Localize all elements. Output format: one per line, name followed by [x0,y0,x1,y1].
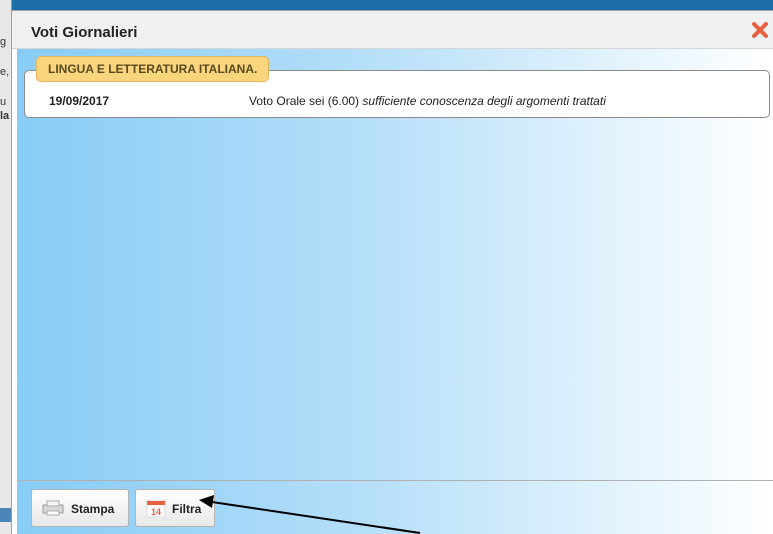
background-text-fragment: la [0,110,10,122]
close-icon [752,22,768,38]
calendar-icon-day: 14 [151,507,161,517]
subject-label: LINGUA E LETTERATURA ITALIANA. [36,56,270,82]
dialog-title: Voti Giornalieri [31,24,138,41]
grade-comment: sufficiente conoscenza degli argomenti t… [362,94,606,108]
dialog-footer: Stampa 14 Filtra [17,481,773,534]
background-text-fragment: g [0,36,7,48]
filter-button-label: Filtra [172,502,202,516]
grade-description: Voto Orale sei (6.00) sufficiente conosc… [249,94,606,108]
printer-icon [42,500,64,516]
dialog-titlebar: Voti Giornalieri [12,11,773,49]
subject-grades-panel: LINGUA E LETTERATURA ITALIANA. 19/09/201… [24,56,770,118]
grade-date: 19/09/2017 [49,94,110,108]
dialog-content: LINGUA E LETTERATURA ITALIANA. 19/09/201… [17,49,773,481]
background-text-fragment: e, [0,66,10,78]
background-text-fragment: u [0,96,7,108]
screen: g e, u la Voti Giornalieri LINGUA E LETT… [0,0,773,534]
print-button-label: Stampa [71,502,115,516]
calendar-icon: 14 [146,500,166,518]
background-footer-bar [0,508,11,522]
daily-grades-dialog: Voti Giornalieri LINGUA E LETTERATURA IT… [11,10,773,534]
grade-value-text: Voto Orale sei (6.00) [249,94,363,108]
print-button[interactable]: Stampa [31,489,129,527]
filter-button[interactable]: 14 Filtra [135,489,215,527]
close-button[interactable] [750,20,770,40]
